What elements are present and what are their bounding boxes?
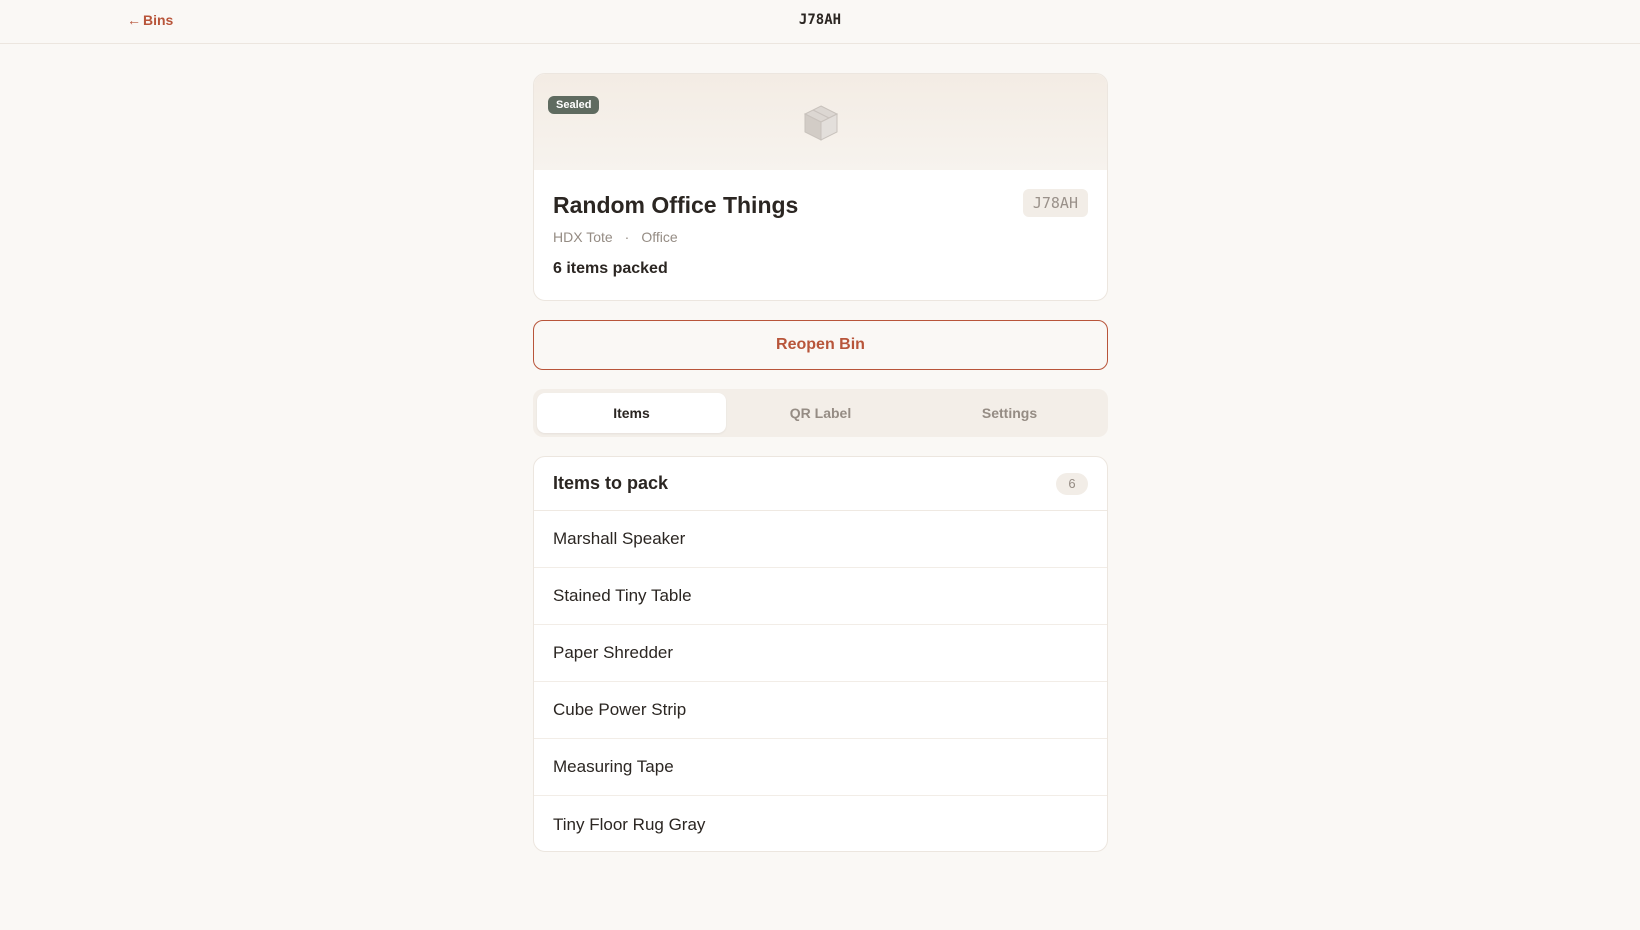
list-item[interactable]: Measuring Tape	[534, 739, 1107, 796]
bin-meta: HDX Tote · Office	[553, 229, 678, 245]
list-item[interactable]: Marshall Speaker	[534, 511, 1107, 568]
items-count-badge: 6	[1056, 472, 1088, 495]
tab-qr-label[interactable]: QR Label	[726, 393, 915, 433]
tab-settings[interactable]: Settings	[915, 393, 1104, 433]
tab-items[interactable]: Items	[537, 393, 726, 433]
bin-name: Random Office Things	[553, 192, 799, 218]
bin-summary-card: Sealed Random Office Things J78AH HDX To…	[533, 73, 1108, 301]
bin-location: Office	[641, 229, 678, 245]
bin-code: J78AH	[1022, 189, 1088, 217]
tab-bar: Items QR Label Settings	[533, 389, 1108, 437]
bin-hero: Sealed	[534, 74, 1107, 170]
items-header: Items to pack 6	[534, 457, 1107, 511]
meta-separator: ·	[624, 229, 630, 245]
box-icon	[803, 105, 839, 141]
page-title: J78AH	[798, 12, 842, 28]
bin-item-count: 6 items packed	[553, 260, 668, 277]
items-card: Items to pack 6 Marshall Speaker Stained…	[533, 456, 1108, 852]
list-item[interactable]: Paper Shredder	[534, 625, 1107, 682]
list-item[interactable]: Tiny Floor Rug Gray	[534, 796, 1107, 851]
top-bar: ← Bins J78AH	[0, 0, 1640, 44]
bin-container-type: HDX Tote	[553, 229, 613, 245]
list-item[interactable]: Stained Tiny Table	[534, 568, 1107, 625]
status-badge: Sealed	[548, 96, 600, 114]
list-item[interactable]: Cube Power Strip	[534, 682, 1107, 739]
reopen-bin-button[interactable]: Reopen Bin	[533, 320, 1108, 370]
items-title: Items to pack	[553, 473, 669, 493]
